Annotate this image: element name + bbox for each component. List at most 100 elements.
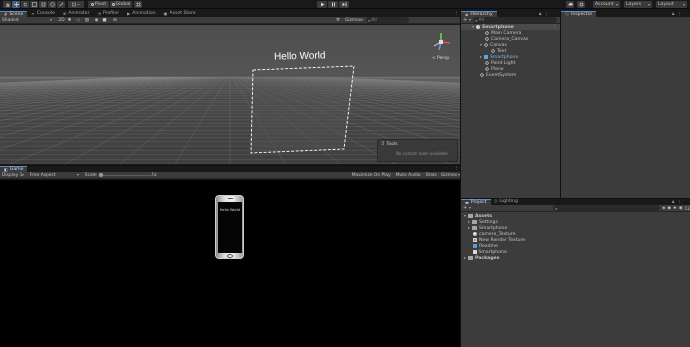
profiler-icon: ◔	[97, 11, 101, 17]
folder-icon	[472, 220, 477, 224]
hidden-objects-toggle[interactable]: ◉	[93, 17, 100, 23]
shading-mode-dropdown[interactable]: Shaded	[0, 17, 54, 23]
phone-home-button	[227, 254, 233, 258]
rect-tool-button[interactable]	[39, 1, 47, 8]
audio-toggle[interactable]: ◁	[74, 17, 81, 23]
maximize-on-play-toggle[interactable]: Maximize On Play	[352, 173, 391, 178]
phone-speaker	[228, 198, 233, 199]
gameobject-icon	[490, 48, 496, 54]
search-icon: ⌕	[368, 17, 371, 23]
panel-menu-icon[interactable]: ⋮	[677, 200, 681, 205]
rect-tool-icon	[41, 2, 45, 7]
chevron-down-icon	[76, 174, 79, 176]
rotate-tool-button[interactable]	[21, 1, 29, 8]
scale-tool-button[interactable]	[30, 1, 38, 8]
hidden-packages-count: 12	[684, 205, 690, 211]
scene-tab-bar: # Scene ≡ Console ⊞ Animator ◔ Profiler ▶ Ani…	[0, 10, 460, 17]
unity-scene-icon	[476, 25, 480, 29]
scene-menu-icon[interactable]: ⋮	[552, 24, 556, 29]
account-dropdown[interactable]: Account	[593, 1, 620, 8]
add-icon[interactable]: +	[463, 205, 467, 211]
editor-tools-dropdown[interactable]	[68, 1, 84, 8]
shading-label: Shaded	[2, 17, 19, 23]
layout-dropdown[interactable]: Layout	[656, 1, 687, 8]
hierarchy-item-label: Smartphone	[482, 24, 514, 30]
grid-snap-button[interactable]	[134, 1, 142, 8]
animator-icon: ⊞	[62, 11, 67, 17]
orientation-gizmo[interactable]	[431, 30, 453, 54]
hierarchy-search-input[interactable]: ⌕ All	[473, 17, 558, 23]
filter-by-label-icon[interactable]: ◆	[667, 206, 670, 211]
folder-open-icon	[468, 214, 473, 218]
hierarchy-item-label: Smartphone	[490, 54, 519, 60]
stats-toggle[interactable]: Stats	[426, 173, 437, 178]
filter-by-type-icon[interactable]: ◈	[662, 206, 665, 211]
hello-world-text[interactable]: Hello World	[274, 50, 326, 62]
scene-viewport[interactable]: Hello World < Persp ⠿ Tools No custom to…	[0, 25, 460, 164]
services-button[interactable]	[577, 1, 585, 8]
project-item-label: camera_Texture	[479, 231, 516, 237]
add-icon[interactable]: +	[463, 17, 467, 23]
camera-settings-button[interactable]: ■	[101, 17, 108, 23]
globe-icon	[111, 3, 115, 6]
display-dropdown[interactable]: Display 1	[0, 172, 26, 178]
slider-thumb[interactable]	[98, 172, 103, 177]
inspector-tab-bar: ⓘ Inspector	[561, 10, 690, 17]
project-search-input[interactable]: ⌕	[553, 205, 661, 211]
eye-count-icon[interactable]: ◉	[679, 206, 683, 211]
effects-dropdown[interactable]: ▨	[82, 17, 92, 23]
chevron-down-icon	[361, 19, 364, 21]
panel-menu-icon[interactable]: ⋮	[454, 11, 458, 16]
gameobject-icon	[484, 30, 490, 36]
tools-overlay-toggle[interactable]: ⚒	[334, 17, 342, 23]
chevron-down-icon[interactable]	[469, 19, 472, 21]
scene-view-options-dropdown[interactable]: ⊟	[109, 17, 121, 23]
hierarchy-item-eventsystem[interactable]: EventSystem	[479, 72, 516, 78]
hand-tool-button[interactable]	[3, 1, 11, 8]
transform-tool-button[interactable]	[48, 1, 56, 8]
display-label: Display 1	[2, 172, 23, 178]
prefab-icon	[484, 55, 488, 59]
layers-dropdown[interactable]: Layers	[624, 1, 652, 8]
scale-slider[interactable]	[98, 172, 153, 178]
material-icon	[473, 232, 477, 236]
perspective-label[interactable]: < Persp	[432, 56, 449, 61]
gizmos-dropdown[interactable]: Gizmos	[343, 17, 364, 23]
gameobject-icon	[484, 36, 490, 42]
animation-icon: ▶	[127, 11, 131, 17]
chevron-down-icon	[683, 3, 685, 6]
game-view[interactable]: Hello World	[0, 180, 460, 347]
panel-menu-icon[interactable]: ⋮	[677, 12, 681, 17]
lighting-toggle[interactable]: ✱	[66, 17, 73, 23]
chevron-down-icon[interactable]	[469, 207, 472, 209]
aspect-dropdown[interactable]: Free Aspect	[28, 172, 81, 178]
options-icon: ⊟	[113, 17, 117, 23]
custom-tool-button[interactable]	[57, 1, 65, 8]
tab-asset-store-label: Asset Store	[169, 11, 196, 17]
phone-screen: Hello World	[218, 202, 242, 253]
tools-overlay-header[interactable]: ⠿ Tools	[381, 142, 398, 147]
scene-search-input[interactable]: ⌕ All	[366, 17, 409, 23]
play-button[interactable]	[317, 1, 327, 8]
gameobject-icon	[484, 60, 490, 66]
tab-profiler-label: Profiler	[102, 11, 120, 17]
collab-button[interactable]	[566, 1, 574, 8]
2d-toggle[interactable]: 2D	[58, 17, 65, 23]
rotate-icon	[23, 2, 27, 7]
scene-file-icon	[473, 249, 477, 255]
global-toggle[interactable]: Global	[110, 1, 132, 8]
inspector-panel	[561, 17, 690, 198]
move-tool-button[interactable]	[12, 1, 20, 8]
project-item-packages[interactable]: Packages	[464, 255, 499, 261]
panel-menu-icon[interactable]: ⋮	[454, 166, 458, 171]
step-button[interactable]	[339, 1, 349, 8]
hierarchy-item-label: Canvas	[490, 42, 507, 48]
favorite-icon[interactable]: ★	[673, 206, 677, 211]
project-item-label: Smartphone	[479, 225, 508, 231]
game-gizmos-dropdown[interactable]: Gizmos	[441, 173, 460, 178]
hierarchy-search-prefix: All	[478, 17, 484, 23]
pause-button[interactable]	[328, 1, 338, 8]
mute-audio-toggle[interactable]: Mute Audio	[396, 173, 421, 178]
pivot-toggle[interactable]: Pivot	[88, 1, 109, 8]
panel-menu-icon[interactable]: ⋮	[544, 12, 548, 17]
